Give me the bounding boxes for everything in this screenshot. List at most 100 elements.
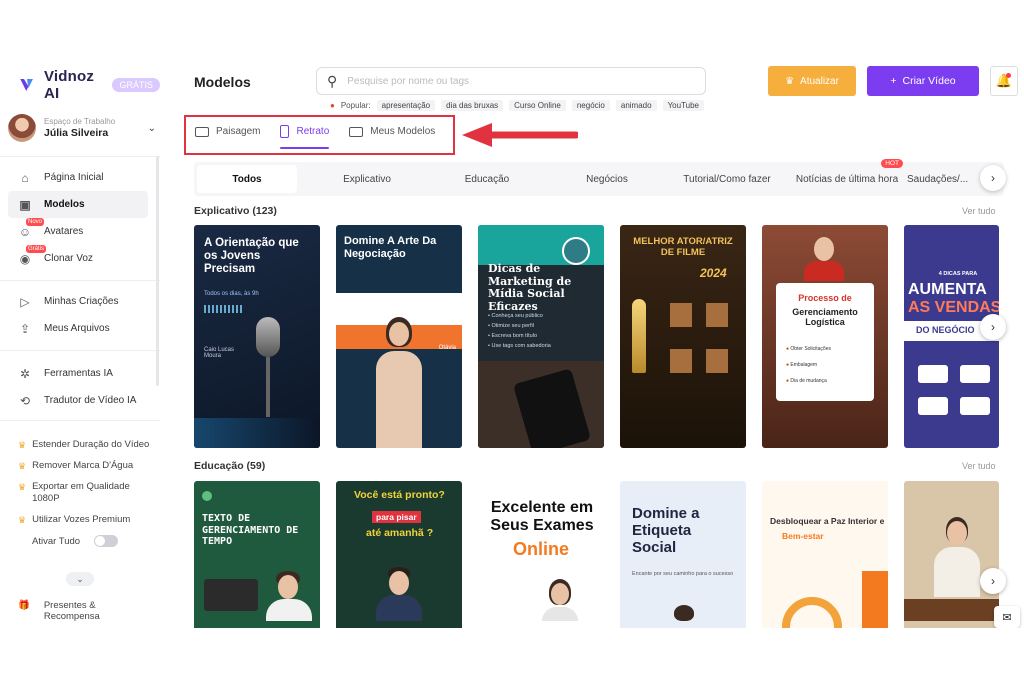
page-title: Modelos bbox=[194, 74, 251, 90]
premium-item-remove-watermark[interactable]: ♛ Remover Marca D'Água bbox=[18, 460, 158, 472]
search-box[interactable]: ⚲ bbox=[316, 67, 706, 95]
templates-icon: ▣ bbox=[19, 197, 31, 212]
tab-business[interactable]: Negócios bbox=[547, 165, 667, 193]
activate-all-toggle[interactable] bbox=[94, 535, 119, 547]
brand-name: Vidnoz AI bbox=[43, 68, 95, 102]
category-next-button[interactable]: › bbox=[980, 165, 1006, 191]
sidebar: Vidnoz AI GRÁTIS Espaço de Trabalho Júli… bbox=[0, 58, 160, 628]
clock-icon bbox=[202, 491, 212, 501]
category-tabs: Todos Explicativo Educação Negócios Tuto… bbox=[194, 159, 1004, 196]
hot-badge: HOT bbox=[881, 159, 903, 168]
template-card[interactable]: Você está pronto? para pisar até amanhã … bbox=[336, 481, 462, 628]
activate-all-label: Ativar Tudo bbox=[32, 535, 81, 547]
template-card[interactable] bbox=[904, 481, 999, 628]
search-icon: ⚲ bbox=[327, 72, 338, 89]
sidebar-item-my-creations[interactable]: ▷ Minhas Criações bbox=[8, 288, 148, 315]
template-card[interactable]: Dicas de Marketing de Mídia Social Efica… bbox=[478, 225, 604, 448]
workspace-switcher[interactable]: Espaço de Trabalho Júlia Silveira ⌄ bbox=[8, 114, 156, 142]
free-badge: Grátis bbox=[26, 245, 47, 253]
sidebar-item-templates[interactable]: ▣ Modelos bbox=[8, 191, 148, 218]
section-title-education: Educação (59) bbox=[194, 460, 266, 472]
notification-dot bbox=[1006, 73, 1011, 78]
sidebar-item-label: Página Inicial bbox=[44, 172, 104, 183]
sidebar-item-home[interactable]: ⌂ Página Inicial bbox=[8, 164, 148, 191]
tab-my-templates[interactable]: Meus Modelos bbox=[349, 125, 435, 144]
portrait-icon bbox=[280, 125, 290, 138]
tab-explainer[interactable]: Explicativo bbox=[307, 165, 427, 193]
tools-icon: ✲ bbox=[19, 366, 31, 381]
create-video-button[interactable]: + Criar Vídeo bbox=[867, 66, 979, 96]
sidebar-item-voice-clone[interactable]: ◉ Grátis Clonar Voz bbox=[8, 245, 148, 272]
row-next-button[interactable]: › bbox=[980, 568, 1006, 594]
see-all-link[interactable]: Ver tudo bbox=[962, 206, 996, 216]
popular-tag[interactable]: YouTube bbox=[662, 100, 704, 111]
mail-icon[interactable]: ✉ bbox=[994, 606, 1020, 628]
sidebar-item-label: Minhas Criações bbox=[44, 296, 119, 307]
row-next-button[interactable]: › bbox=[980, 314, 1006, 340]
divider bbox=[0, 156, 160, 157]
tab-tutorial[interactable]: Tutorial/Como fazer bbox=[667, 165, 787, 193]
template-card[interactable]: A Orientação que os Jovens Precisam Todo… bbox=[194, 225, 320, 448]
explainer-row: A Orientação que os Jovens Precisam Todo… bbox=[194, 225, 999, 448]
divider bbox=[0, 420, 160, 421]
tab-greetings[interactable]: Saudações/... bbox=[907, 165, 968, 193]
popular-tag[interactable]: dia das bruxas bbox=[441, 100, 504, 111]
sidebar-item-label: Meus Arquivos bbox=[44, 323, 110, 334]
fire-icon: ● bbox=[330, 101, 335, 110]
template-card[interactable]: MELHOR ATOR/ATRIZ DE FILME 2024 bbox=[620, 225, 746, 448]
sidebar-item-avatars[interactable]: ☺ Novo Avatares bbox=[8, 218, 148, 245]
premium-item-premium-voices[interactable]: ♛ Utilizar Vozes Premium bbox=[18, 514, 158, 526]
podium bbox=[904, 599, 999, 621]
tab-landscape[interactable]: Paisagem bbox=[195, 125, 260, 144]
orientation-tabs: Paisagem Retrato Meus Modelos bbox=[195, 125, 435, 149]
crown-icon: ♛ bbox=[18, 440, 27, 450]
translate-icon: ⟲ bbox=[19, 393, 31, 408]
tab-all[interactable]: Todos bbox=[197, 165, 297, 193]
sidebar-item-gifts[interactable]: 🎁 Presentes & Recompensa bbox=[18, 600, 114, 622]
crown-icon: ♛ bbox=[18, 515, 27, 525]
sidebar-item-video-translator[interactable]: ⟲ Tradutor de Vídeo IA bbox=[8, 387, 148, 414]
popular-tag[interactable]: Curso Online bbox=[509, 100, 566, 111]
tab-education[interactable]: Educação bbox=[427, 165, 547, 193]
notifications-button[interactable]: 🔔 bbox=[990, 66, 1018, 96]
chevron-down-icon: ⌄ bbox=[147, 122, 156, 134]
crown-icon: ♛ bbox=[18, 461, 27, 471]
plan-badge: GRÁTIS bbox=[112, 78, 160, 92]
brand-logo[interactable]: Vidnoz AI GRÁTIS bbox=[18, 68, 160, 102]
tab-portrait[interactable]: Retrato bbox=[280, 125, 329, 149]
avatar-icon: ☺ bbox=[18, 224, 32, 239]
sidebar-item-label: Ferramentas IA bbox=[44, 368, 113, 379]
sidebar-item-ai-tools[interactable]: ✲ Ferramentas IA bbox=[8, 360, 148, 387]
template-card[interactable]: Processo de Gerenciamento Logística ● Ob… bbox=[762, 225, 888, 448]
new-badge: Novo bbox=[26, 218, 45, 226]
premium-item-export-1080p[interactable]: ♛ Exportar em Qualidade 1080P bbox=[18, 481, 158, 505]
microphone-icon bbox=[256, 317, 280, 357]
presenter-avatar bbox=[804, 233, 844, 281]
trophy-icon bbox=[632, 299, 646, 373]
popular-tag[interactable]: animado bbox=[615, 100, 657, 111]
template-card[interactable]: TEXTO DE GERENCIAMENTO DE TEMPO bbox=[194, 481, 320, 628]
sidebar-scrollbar[interactable] bbox=[156, 156, 159, 386]
search-input[interactable] bbox=[347, 75, 688, 87]
template-card[interactable]: Domine a Etiqueta Social Encante por seu… bbox=[620, 481, 746, 628]
sidebar-item-my-files[interactable]: ⇪ Meus Arquivos bbox=[8, 315, 148, 342]
sidebar-item-label: Avatares bbox=[44, 226, 84, 237]
workspace-user-name: Júlia Silveira bbox=[44, 127, 109, 139]
crown-icon: ♛ bbox=[18, 482, 27, 492]
upload-icon: ⇪ bbox=[19, 321, 31, 336]
collapse-menu-button[interactable]: ⌄ bbox=[66, 572, 94, 586]
popular-tag[interactable]: apresentação bbox=[376, 100, 436, 111]
voice-icon: ◉ bbox=[19, 251, 31, 266]
divider bbox=[0, 280, 160, 281]
popular-tag[interactable]: negócio bbox=[571, 100, 610, 111]
template-card[interactable]: Excelente em Seus Exames Online bbox=[478, 481, 604, 628]
template-card[interactable]: Domine A Arte Da Negociação Otávia bbox=[336, 225, 462, 448]
see-all-link[interactable]: Ver tudo bbox=[962, 461, 996, 471]
upgrade-button[interactable]: ♛ Atualizar bbox=[768, 66, 856, 96]
presenter-avatar bbox=[266, 571, 312, 621]
premium-item-extend-duration[interactable]: ♛ Estender Duração do Vídeo bbox=[18, 439, 158, 451]
tab-breaking-news[interactable]: Notícias de última hora HOT bbox=[787, 159, 907, 193]
laptop-icon bbox=[204, 579, 258, 611]
template-card[interactable]: Desbloquear a Paz Interior e Bem-estar bbox=[762, 481, 888, 628]
mic-stand bbox=[266, 357, 270, 417]
